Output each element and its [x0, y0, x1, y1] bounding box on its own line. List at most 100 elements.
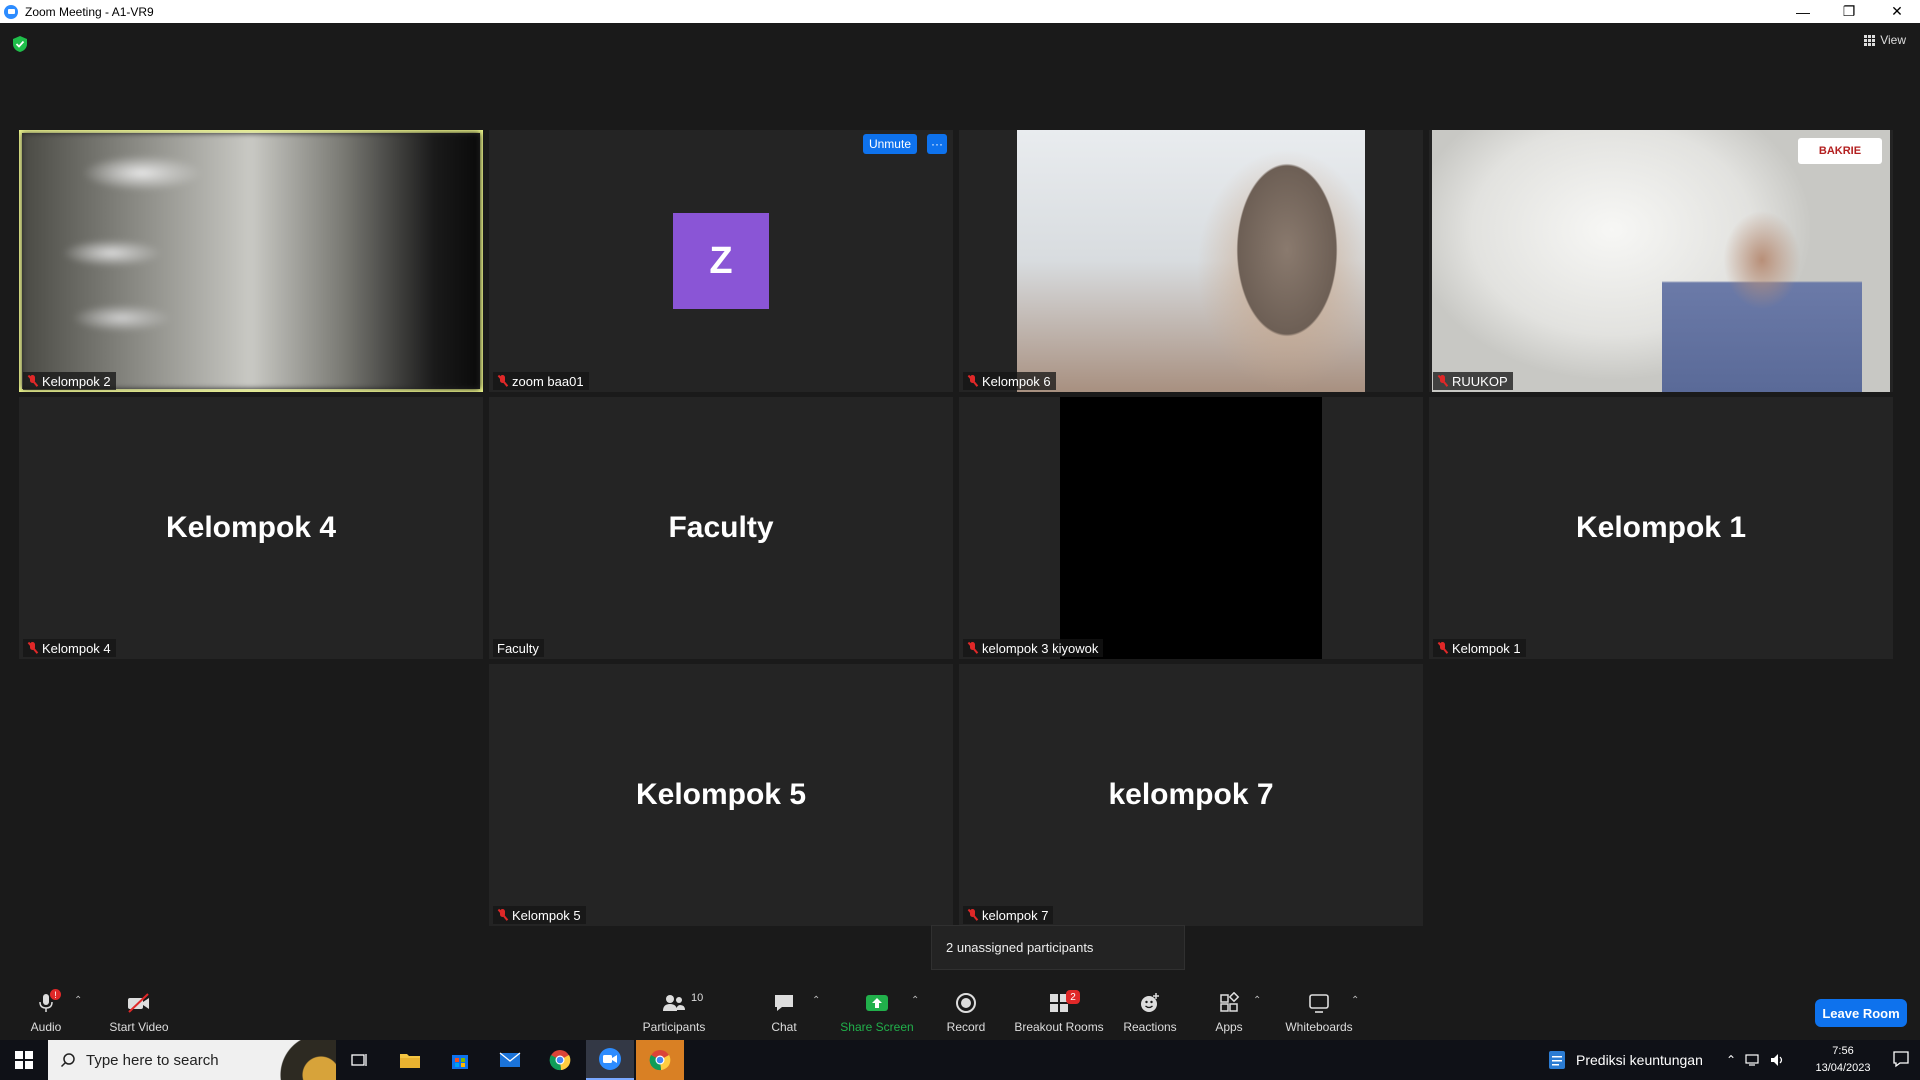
apps-label: Apps: [1215, 1020, 1243, 1034]
video-tile[interactable]: kelompok 7 kelompok 7: [959, 664, 1423, 926]
show-hidden-icons-chevron-icon[interactable]: ⌃: [1726, 1053, 1736, 1067]
muted-mic-icon: [1437, 375, 1448, 387]
view-button-label: View: [1880, 33, 1906, 47]
apps-options-chevron-icon[interactable]: ⌃: [1253, 995, 1261, 1006]
windows-taskbar: Type here to search Prediksi keuntungan …: [0, 1040, 1920, 1080]
record-icon: [953, 992, 979, 1014]
microsoft-store-icon[interactable]: [436, 1040, 484, 1080]
windows-logo-icon: [15, 1051, 33, 1069]
muted-mic-icon: [967, 909, 978, 921]
file-explorer-icon[interactable]: [386, 1040, 434, 1080]
leave-room-button[interactable]: Leave Room: [1815, 999, 1907, 1027]
mail-icon[interactable]: [486, 1040, 534, 1080]
view-button[interactable]: View: [1864, 33, 1906, 47]
university-logo: BAKRIE: [1798, 138, 1882, 164]
security-shield-icon[interactable]: [12, 35, 28, 53]
share-screen-icon: [864, 992, 890, 1014]
participant-display-name: Kelompok 4: [165, 511, 337, 544]
breakout-rooms-label: Breakout Rooms: [1014, 1020, 1104, 1034]
whiteboards-button[interactable]: Whiteboards: [1282, 983, 1356, 1040]
participant-name: Kelompok 6: [982, 373, 1051, 389]
participants-label: Participants: [642, 1020, 706, 1034]
whiteboard-options-chevron-icon[interactable]: ⌃: [1351, 995, 1359, 1006]
participant-nametag: Kelompok 5: [493, 906, 586, 924]
participant-nametag: Faculty: [493, 639, 544, 657]
window-titlebar: Zoom Meeting - A1-VR9 — ❐ ✕: [0, 0, 1920, 23]
taskbar-clock[interactable]: 7:56 13/04/2023: [1808, 1043, 1878, 1077]
video-tile[interactable]: Z Unmute ··· zoom baa01: [489, 130, 953, 392]
breakout-badge: 2: [1066, 990, 1080, 1004]
participants-icon: 10: [661, 992, 703, 1014]
zoom-app-icon[interactable]: [586, 1040, 634, 1080]
participant-name: Kelompok 2: [42, 373, 111, 389]
start-video-button[interactable]: Start Video: [104, 983, 174, 1040]
grid-view-icon: [1864, 34, 1876, 46]
taskbar-search-box[interactable]: Type here to search: [48, 1040, 336, 1080]
restore-button[interactable]: ❐: [1826, 0, 1872, 23]
audio-button[interactable]: ! Audio: [26, 983, 66, 1040]
share-options-chevron-icon[interactable]: ⌃: [911, 995, 919, 1006]
video-tile[interactable]: Kelompok 2: [19, 130, 483, 392]
volume-icon[interactable]: [1770, 1053, 1786, 1067]
video-tile[interactable]: Faculty Faculty: [489, 397, 953, 659]
muted-mic-icon: [1437, 642, 1448, 654]
participant-nametag: RUUKOP: [1433, 372, 1513, 390]
participant-name: Kelompok 5: [512, 907, 581, 923]
search-icon: [60, 1053, 75, 1068]
audio-options-chevron-icon[interactable]: ⌃: [74, 995, 82, 1006]
reactions-label: Reactions: [1123, 1020, 1177, 1034]
search-placeholder: Type here to search: [86, 1051, 219, 1069]
network-icon[interactable]: [1745, 1053, 1761, 1067]
meeting-area: View Kelompok 2 Z Unmute ··· zoom baa01 …: [0, 23, 1920, 983]
chrome-icon[interactable]: [536, 1040, 584, 1080]
chat-label: Chat: [771, 1020, 797, 1034]
system-tray: ⌃: [1726, 1040, 1786, 1080]
record-button[interactable]: Record: [944, 983, 988, 1040]
minimize-button[interactable]: —: [1780, 0, 1826, 23]
document-icon: [1549, 1051, 1565, 1069]
video-tile[interactable]: BAKRIE RUUKOP: [1429, 130, 1893, 392]
participant-name: zoom baa01: [512, 373, 584, 389]
share-screen-button[interactable]: Share Screen: [838, 983, 916, 1040]
video-tile[interactable]: Kelompok 4 Kelompok 4: [19, 397, 483, 659]
record-label: Record: [946, 1020, 986, 1034]
video-tile[interactable]: Kelompok 5 Kelompok 5: [489, 664, 953, 926]
notification-text: Prediksi keuntungan: [1576, 1052, 1703, 1068]
meeting-toolbar: ! Audio ⌃ Start Video 10 Participants Ch…: [0, 983, 1920, 1040]
taskbar-notification[interactable]: Prediksi keuntungan: [1548, 1040, 1703, 1080]
video-tile[interactable]: Kelompok 1 Kelompok 1: [1429, 397, 1893, 659]
action-center-icon[interactable]: [1892, 1050, 1910, 1073]
participant-display-name: kelompok 7: [1108, 778, 1274, 811]
chat-options-chevron-icon[interactable]: ⌃: [812, 995, 820, 1006]
apps-button[interactable]: Apps: [1209, 983, 1249, 1040]
participant-display-name: Kelompok 1: [1575, 511, 1747, 544]
chat-button[interactable]: Chat: [764, 983, 804, 1040]
muted-mic-icon: [27, 642, 38, 654]
participant-nametag: Kelompok 2: [23, 372, 116, 390]
breakout-rooms-button[interactable]: 2 Breakout Rooms: [1014, 983, 1104, 1040]
participant-nametag: Kelompok 4: [23, 639, 116, 657]
more-options-button[interactable]: ···: [927, 134, 947, 154]
microphone-icon: !: [33, 989, 61, 1014]
start-video-label: Start Video: [109, 1020, 169, 1034]
zoom-logo-icon: [4, 4, 18, 19]
participant-nametag: Kelompok 1: [1433, 639, 1526, 657]
participant-name: Kelompok 4: [42, 640, 111, 656]
video-feed: BAKRIE: [1432, 130, 1890, 392]
video-tile[interactable]: Kelompok 6: [959, 130, 1423, 392]
apps-icon: [1216, 992, 1242, 1014]
close-button[interactable]: ✕: [1874, 0, 1920, 23]
participants-button[interactable]: 10 Participants: [638, 983, 710, 1040]
participant-nametag: Kelompok 6: [963, 372, 1056, 390]
whiteboards-label: Whiteboards: [1285, 1020, 1353, 1034]
chat-icon: [771, 992, 797, 1014]
reactions-button[interactable]: Reactions: [1122, 983, 1178, 1040]
reactions-icon: [1137, 992, 1163, 1014]
muted-mic-icon: [497, 909, 508, 921]
unmute-button[interactable]: Unmute: [862, 134, 917, 154]
clock-time: 7:56: [1832, 1045, 1854, 1057]
video-tile[interactable]: kelompok 3 kiyowok: [959, 397, 1423, 659]
start-button[interactable]: [0, 1040, 48, 1080]
chrome-window-icon[interactable]: [636, 1040, 684, 1080]
task-view-icon[interactable]: [336, 1040, 384, 1080]
